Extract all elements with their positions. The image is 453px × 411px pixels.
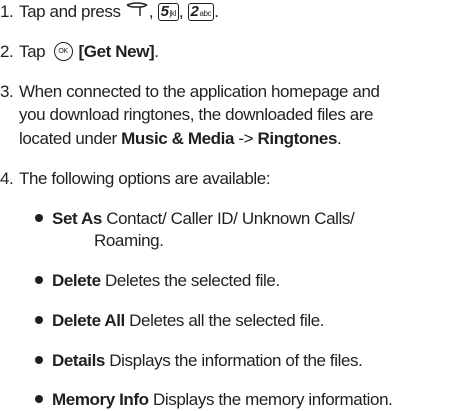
bullet-icon: [35, 395, 43, 403]
option-name: Memory Info: [52, 390, 149, 409]
manual-page: 1. Tap and press , 5jkl, 2abc. 2. Tap OK [G…: [0, 0, 453, 411]
step-3-line-3: located under Music & Media -> Ringtones…: [19, 129, 342, 148]
step-3-line-2: you download ringtones, the downloaded f…: [19, 105, 374, 124]
step-number: 4.: [0, 169, 14, 188]
bullet-icon: [35, 356, 43, 364]
option-name: Set As: [52, 209, 102, 228]
step-4: 4. The following options are available:: [0, 168, 271, 189]
step-text: The following options are available:: [19, 169, 271, 188]
option-memory-info: Memory Info Displays the memory informat…: [35, 389, 393, 410]
step-end: .: [214, 2, 219, 21]
step-number: 1.: [0, 2, 14, 21]
step-3: 3. When connected to the application home…: [0, 81, 380, 102]
option-desc: Contact/ Caller ID/ Unknown Calls/: [106, 209, 355, 228]
step-2: 2. Tap OK [Get New].: [0, 42, 159, 62]
option-desc: Displays the information of the files.: [109, 351, 363, 370]
option-desc: Deletes the selected file.: [104, 271, 280, 290]
step-number: 2.: [0, 42, 14, 61]
bullet-icon: [35, 276, 43, 284]
get-new-label: [Get New]: [78, 42, 155, 61]
key-5-icon: 5jkl: [157, 2, 179, 21]
option-set-as: Set As Contact/ Caller ID/ Unknown Calls…: [35, 208, 355, 229]
option-name: Details: [52, 351, 105, 370]
music-media-label: Music & Media: [121, 129, 235, 148]
option-details: Details Displays the information of the …: [35, 350, 363, 371]
step-number: 3.: [0, 82, 14, 101]
bullet-icon: [35, 214, 43, 222]
option-delete-all: Delete All Deletes all the selected file…: [35, 310, 325, 331]
option-desc: Displays the memory information.: [153, 390, 393, 409]
option-desc-cont: Roaming.: [94, 231, 164, 250]
option-name: Delete: [52, 271, 101, 290]
option-name: Delete All: [52, 311, 125, 330]
separator: ,: [178, 2, 184, 21]
step-text: When connected to the application homepa…: [19, 82, 380, 101]
bullet-icon: [35, 316, 43, 324]
option-delete: Delete Deletes the selected file.: [35, 270, 280, 291]
step-text: Tap: [19, 42, 46, 61]
option-desc: Deletes all the selected file.: [129, 311, 325, 330]
key-2-icon: 2abc: [187, 2, 215, 21]
separator: ,: [148, 2, 154, 21]
step-1: 1. Tap and press , 5jkl, 2abc.: [0, 1, 219, 24]
menu-key-icon: [125, 0, 149, 23]
ok-key-icon: OK: [53, 42, 73, 62]
ringtones-label: Ringtones: [257, 129, 338, 148]
step-text: Tap and press: [19, 2, 121, 21]
